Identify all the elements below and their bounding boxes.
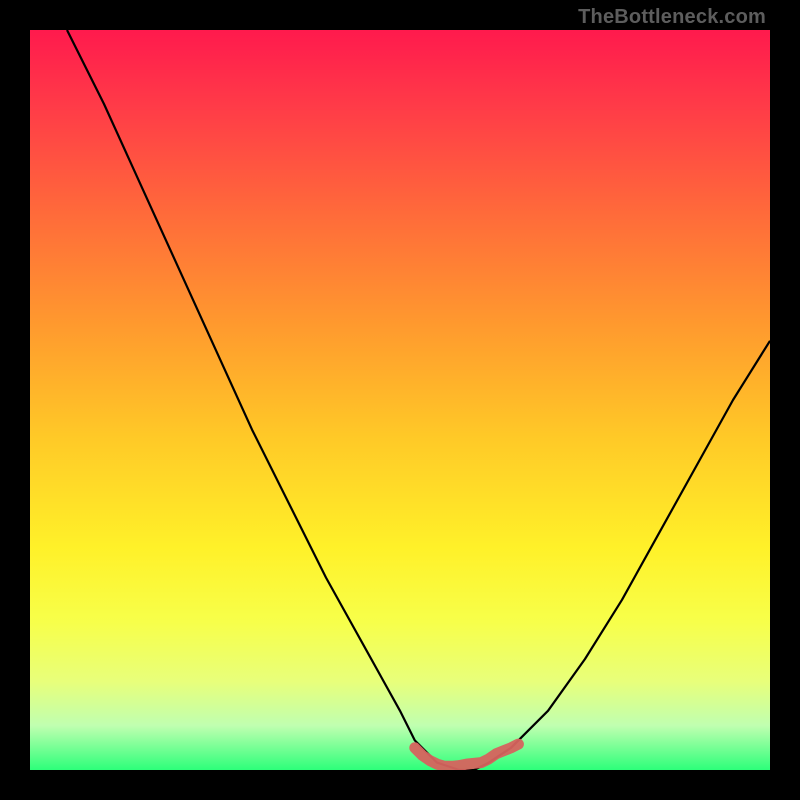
optimal-band [415,744,519,766]
chart-svg [30,30,770,770]
plot-area [30,30,770,770]
bottleneck-curve [67,30,770,770]
watermark-text: TheBottleneck.com [578,6,766,29]
chart-frame: TheBottleneck.com [0,0,800,800]
